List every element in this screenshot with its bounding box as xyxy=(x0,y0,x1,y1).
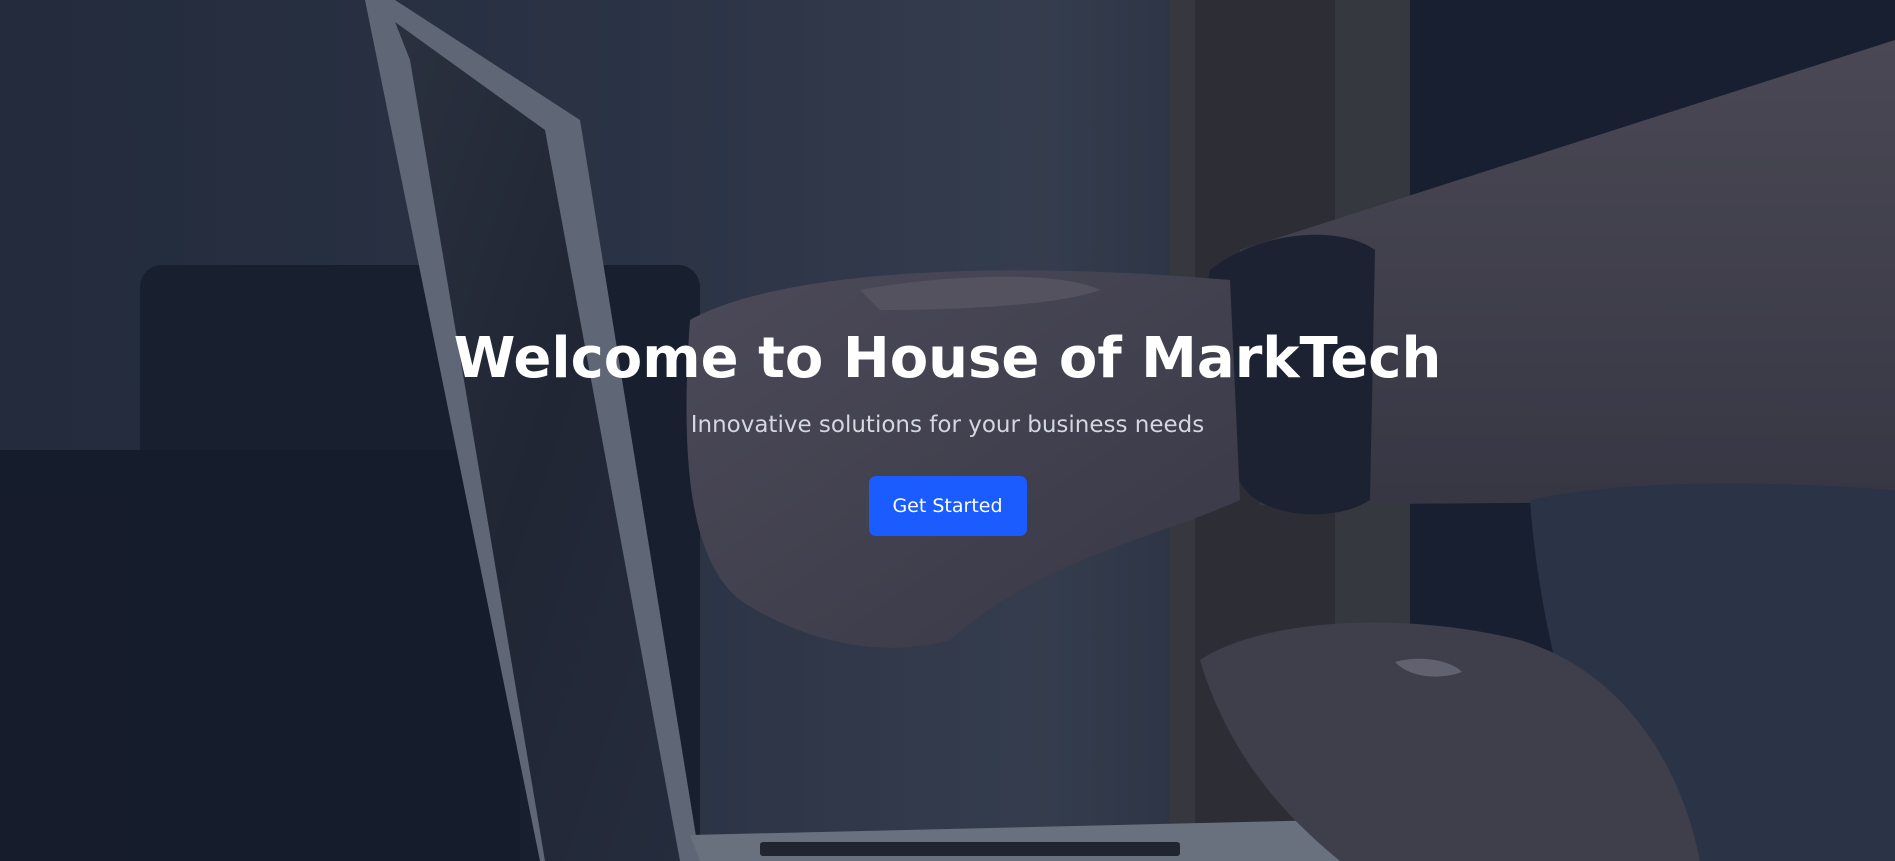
get-started-button[interactable]: Get Started xyxy=(868,476,1027,536)
hero-subtitle: Innovative solutions for your business n… xyxy=(690,412,1205,438)
hero-title: Welcome to House of MarkTech xyxy=(453,326,1442,391)
hero-content: Welcome to House of MarkTech Innovative … xyxy=(0,320,1895,536)
hero-section: Welcome to House of MarkTech Innovative … xyxy=(0,0,1895,861)
